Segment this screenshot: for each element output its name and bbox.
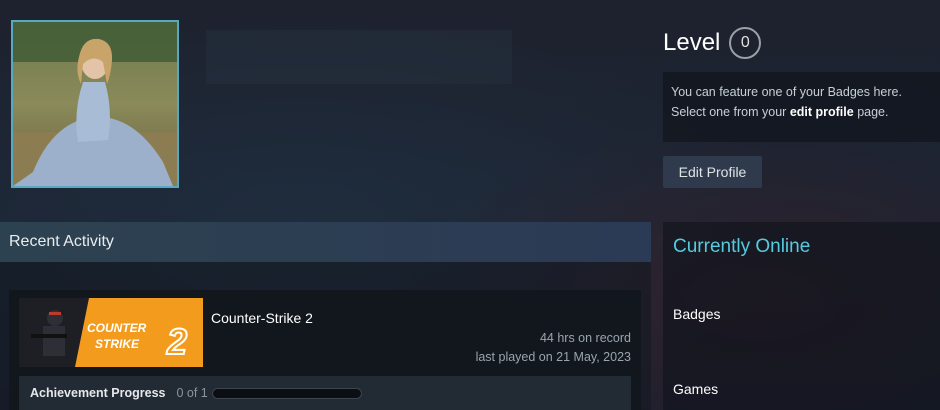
- banner-text-strike: STRIKE: [95, 337, 140, 351]
- achievement-progress-bar: [211, 387, 362, 399]
- featured-badge-box: You can feature one of your Badges here.…: [663, 72, 940, 142]
- badge-box-line2: Select one from your edit profile page.: [671, 105, 889, 119]
- achievement-label: Achievement Progress: [30, 386, 166, 400]
- level-display: Level 0: [663, 27, 762, 59]
- sidebar-link-games[interactable]: Games: [673, 381, 718, 397]
- game-last-played: last played on 21 May, 2023: [475, 350, 631, 364]
- achievement-progress-row[interactable]: Achievement Progress 0 of 1: [19, 376, 631, 410]
- game-hours: 44 hrs on record: [539, 331, 631, 345]
- sidebar-link-badges[interactable]: Badges: [673, 306, 720, 322]
- banner-text-counter: COUNTER: [87, 321, 147, 335]
- achievement-count: 0 of 1: [176, 386, 208, 400]
- avatar[interactable]: [11, 20, 179, 188]
- game-banner[interactable]: COUNTER STRIKE 2: [19, 298, 203, 367]
- recent-activity-header: Recent Activity: [0, 222, 651, 262]
- banner-number: 2: [166, 321, 187, 362]
- avatar-image: [13, 22, 177, 186]
- online-status: Currently Online: [673, 236, 811, 257]
- game-banner-art: COUNTER STRIKE 2: [19, 298, 203, 367]
- badge-box-line1: You can feature one of your Badges here.: [671, 85, 902, 99]
- level-badge: 0: [729, 27, 762, 59]
- profile-name-area: [206, 30, 512, 84]
- edit-profile-link[interactable]: edit profile: [790, 105, 854, 119]
- edit-profile-button[interactable]: Edit Profile: [663, 156, 762, 188]
- level-label: Level: [663, 29, 721, 56]
- game-title[interactable]: Counter-Strike 2: [211, 310, 313, 326]
